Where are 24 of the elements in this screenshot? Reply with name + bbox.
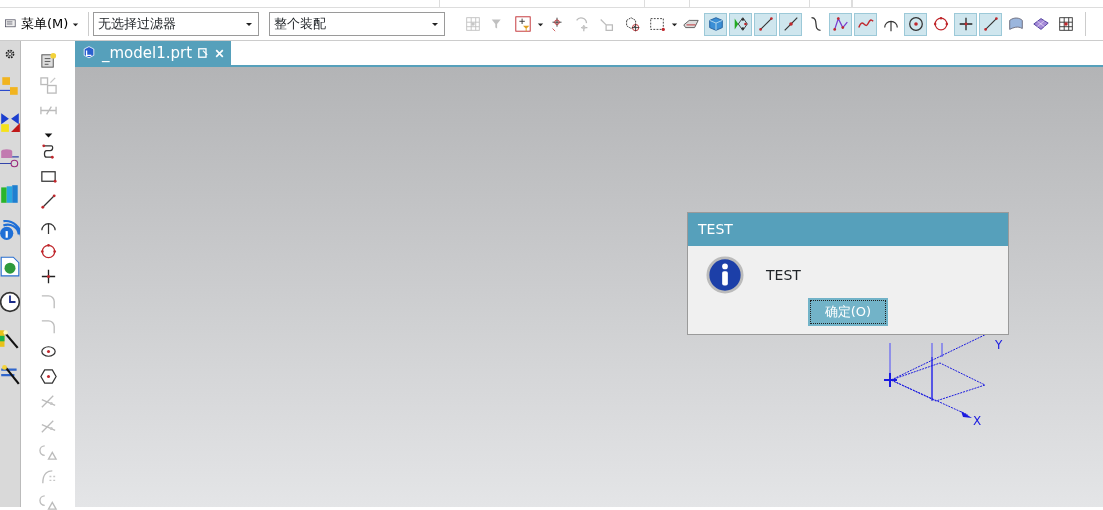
- dropdown-field[interactable]: 无选择过滤器: [93, 12, 260, 36]
- gear-icon[interactable]: [3, 47, 17, 61]
- magic-wand-icon[interactable]: [0, 363, 21, 385]
- dropdown-field[interactable]: 整个装配: [269, 12, 446, 36]
- hexagon-icon[interactable]: [38, 367, 58, 386]
- sketch-icon[interactable]: [38, 51, 58, 70]
- constraint-icon[interactable]: [0, 111, 21, 133]
- circle-icon[interactable]: [38, 242, 58, 261]
- info-signal-icon[interactable]: [0, 219, 21, 241]
- cubes-icon[interactable]: [0, 75, 21, 97]
- clock-icon[interactable]: [0, 291, 21, 313]
- dialog-title: TEST: [688, 213, 1008, 246]
- color-wand-icon[interactable]: [0, 327, 21, 349]
- menu-button[interactable]: 菜单(M): [0, 12, 85, 36]
- restore-icon[interactable]: [197, 47, 210, 59]
- axis-label: Y: [995, 339, 1003, 351]
- axis-label: X: [973, 415, 982, 427]
- close-icon[interactable]: [214, 47, 226, 59]
- document-globe-icon[interactable]: [0, 255, 21, 277]
- books-icon[interactable]: [0, 183, 21, 205]
- dialog-message: TEST: [766, 265, 801, 285]
- line-icon[interactable]: [38, 192, 58, 211]
- info-icon: [706, 256, 744, 294]
- cylinder-icon[interactable]: [0, 147, 21, 169]
